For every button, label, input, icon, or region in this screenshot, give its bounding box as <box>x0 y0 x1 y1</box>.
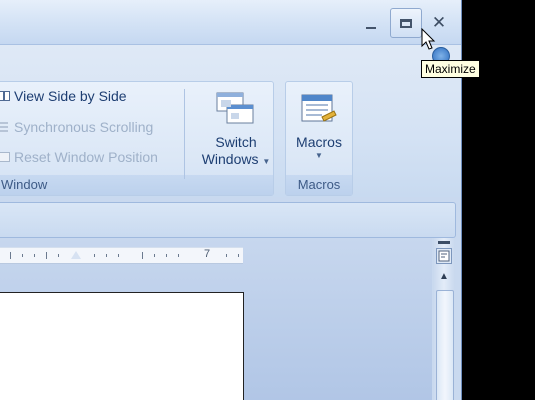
minimize-button[interactable] <box>356 10 386 36</box>
synchronous-scrolling-button[interactable]: Synchronous Scrolling <box>0 119 153 135</box>
split-bar-icon[interactable] <box>438 241 450 244</box>
ruler-tick <box>46 252 47 259</box>
reset-window-position-icon <box>0 152 10 162</box>
synchronous-scrolling-icon <box>0 122 8 132</box>
chevron-down-icon: ▼ <box>262 157 271 166</box>
ruler-tick <box>142 252 143 259</box>
maximize-icon <box>400 18 412 28</box>
ruler-tick <box>10 252 11 259</box>
title-bar: ✕ <box>0 0 461 45</box>
ruler-tick <box>22 254 23 257</box>
switch-windows-button[interactable]: Switch Windows ▼ <box>194 91 278 170</box>
maximize-button[interactable] <box>390 8 422 38</box>
reset-window-position-label: Reset Window Position <box>14 149 158 165</box>
ruler-tick <box>118 254 119 257</box>
minimize-icon <box>366 27 376 29</box>
switch-windows-label-line2: Windows <box>201 151 259 167</box>
word-window: ✕ Window View Side by Side Synchronous S… <box>0 0 462 400</box>
macros-group-label: Macros <box>286 175 352 195</box>
group-separator <box>184 89 185 179</box>
window-group-label: Window <box>0 175 273 195</box>
switch-windows-icon <box>216 92 254 124</box>
macros-button[interactable]: Macros ▼ <box>291 91 347 160</box>
ribbon: Window View Side by Side Synchronous Scr… <box>0 45 461 197</box>
switch-windows-label-line1: Switch <box>215 134 257 150</box>
document-page[interactable] <box>0 292 244 400</box>
scroll-up-button[interactable]: ▲ <box>436 268 452 284</box>
ruler-tick <box>238 254 239 257</box>
ruler-tick <box>58 254 59 257</box>
horizontal-ruler[interactable]: 7 <box>0 247 243 264</box>
scroll-up-icon: ▲ <box>439 270 449 282</box>
maximize-tooltip: Maximize <box>421 60 480 78</box>
view-side-by-side-button[interactable]: View Side by Side <box>0 88 127 104</box>
macros-icon <box>301 94 337 122</box>
macros-label: Macros <box>296 134 342 150</box>
ruler-tick <box>106 254 107 257</box>
view-side-by-side-label: View Side by Side <box>14 88 127 104</box>
ruler-tick <box>166 254 167 257</box>
ruler-number: 7 <box>204 248 211 260</box>
indent-marker[interactable] <box>71 251 81 259</box>
view-ruler-button[interactable] <box>436 248 452 264</box>
mouse-pointer-icon <box>421 28 436 50</box>
view-ruler-icon <box>438 250 450 262</box>
switch-windows-line2-wrap: Windows ▼ <box>194 151 278 170</box>
vertical-scrollbar[interactable]: ▲ <box>433 238 455 400</box>
view-side-by-side-icon <box>0 91 10 101</box>
chevron-down-icon: ▼ <box>315 151 323 160</box>
ribbon-bottom-strip <box>0 202 456 238</box>
ruler-tick <box>34 254 35 257</box>
scroll-thumb[interactable] <box>436 290 454 400</box>
synchronous-scrolling-label: Synchronous Scrolling <box>14 119 154 135</box>
reset-window-position-button[interactable]: Reset Window Position <box>0 149 158 165</box>
ruler-tick <box>226 254 227 257</box>
ruler-tick <box>154 254 155 257</box>
ruler-tick <box>178 254 179 257</box>
ruler-tick <box>94 254 95 257</box>
